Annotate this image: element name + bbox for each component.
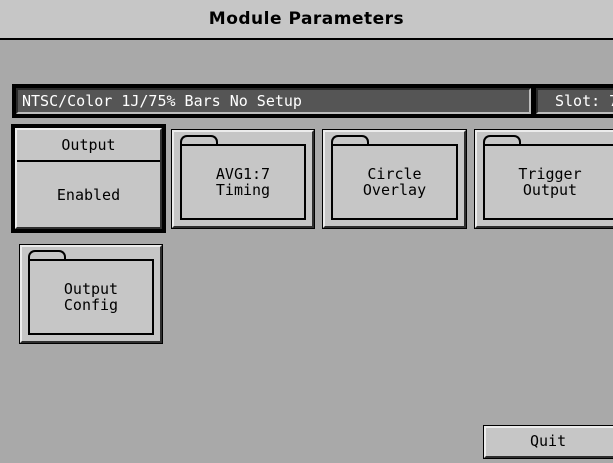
avg-timing-folder-button[interactable]: AVG1:7 Timing: [172, 130, 314, 228]
output-label: Output: [17, 130, 160, 162]
module-description: NTSC/Color 1J/75% Bars No Setup: [16, 88, 531, 114]
quit-button[interactable]: Quit: [484, 426, 613, 458]
output-value: Enabled: [56, 185, 121, 204]
output-config-folder-button[interactable]: Output Config: [20, 245, 162, 343]
output-config-label: Output Config: [28, 259, 154, 335]
output-toggle-button[interactable]: Output Enabled: [15, 128, 162, 229]
trigger-output-folder-button[interactable]: Trigger Output: [475, 130, 613, 228]
slot-indicator: Slot: 7: [536, 88, 613, 114]
avg-timing-label: AVG1:7 Timing: [180, 144, 306, 220]
module-info-bar: NTSC/Color 1J/75% Bars No Setup Slot: 7: [12, 84, 613, 118]
trigger-output-label: Trigger Output: [483, 144, 613, 220]
circle-overlay-label: Circle Overlay: [331, 144, 458, 220]
circle-overlay-folder-button[interactable]: Circle Overlay: [323, 130, 466, 228]
window-title: Module Parameters: [0, 0, 613, 40]
